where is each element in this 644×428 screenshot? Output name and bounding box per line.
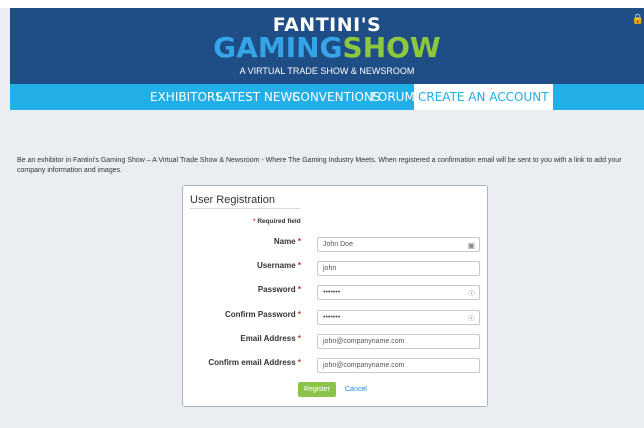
nav-item-latest-news[interactable]: LATEST NEWS	[216, 84, 300, 110]
password-label: Password *	[258, 285, 301, 294]
browser-top-strip	[0, 0, 644, 8]
confirm-email-label-text: Confirm email Address	[208, 358, 296, 367]
required-note-text: Required field	[257, 218, 301, 225]
main-nav: EXHIBITORS LATEST NEWS CONVENTIONS FORUM…	[10, 84, 644, 110]
logo-gaming: GAMING	[213, 31, 343, 64]
password-value: •••••••	[323, 289, 341, 296]
required-note: * Required field	[253, 218, 301, 225]
required-star: *	[297, 237, 301, 246]
email-label-text: Email Address	[240, 334, 296, 343]
logo-show: SHOW	[342, 31, 441, 64]
logo-line2: GAMINGSHOW	[10, 32, 644, 64]
required-star: *	[297, 334, 301, 343]
panel-title: User Registration	[190, 194, 275, 206]
required-star: *	[297, 310, 301, 319]
email-field[interactable]: john@companyname.com	[317, 334, 480, 349]
site-header: FANTINI'S GAMINGSHOW A VIRTUAL TRADE SHO…	[10, 8, 644, 84]
confirm-password-label: Confirm Password *	[225, 310, 301, 319]
registration-panel: User Registration * Required field Name …	[182, 185, 488, 407]
confirm-password-value: •••••••	[323, 314, 341, 321]
email-value: john@companyname.com	[323, 338, 405, 345]
nav-item-exhibitors[interactable]: EXHIBITORS	[150, 84, 223, 110]
username-value: john	[323, 265, 337, 272]
confirm-email-field[interactable]: john@companyname.com	[317, 358, 480, 373]
name-field[interactable]: John Doe ▣	[317, 237, 480, 252]
required-star: *	[297, 261, 301, 270]
logo-tagline: A VIRTUAL TRADE SHOW & NEWSROOM	[239, 66, 415, 76]
nav-item-forum[interactable]: FORUM	[371, 84, 415, 110]
key-icon: ☉	[467, 289, 475, 298]
name-label: Name *	[274, 237, 301, 246]
register-button[interactable]: Register	[298, 382, 336, 397]
name-label-text: Name	[273, 237, 296, 246]
intro-text: Be an exhibitor in Fantini's Gaming Show…	[17, 157, 622, 174]
required-star: *	[297, 285, 301, 294]
username-label-text: Username	[256, 261, 296, 270]
key-icon: ☉	[467, 314, 475, 323]
username-label: Username *	[257, 261, 301, 270]
contact-card-icon: ▣	[467, 241, 475, 250]
confirm-email-label: Confirm email Address *	[208, 358, 301, 367]
email-label: Email Address *	[240, 334, 301, 343]
cancel-link[interactable]: Cancel	[345, 382, 367, 397]
confirm-password-label-text: Confirm Password	[224, 310, 296, 319]
password-field[interactable]: ••••••• ☉	[317, 285, 480, 300]
required-star: *	[253, 218, 256, 225]
lock-icon[interactable]: 🔒	[632, 14, 644, 25]
confirm-email-value: john@companyname.com	[323, 362, 405, 369]
title-divider	[190, 208, 300, 209]
confirm-password-field[interactable]: ••••••• ☉	[317, 310, 480, 325]
password-label-text: Password	[257, 285, 296, 294]
nav-item-conventions[interactable]: CONVENTIONS	[292, 84, 380, 110]
required-star: *	[297, 358, 301, 367]
nav-item-create-account[interactable]: CREATE AN ACCOUNT	[414, 84, 553, 110]
name-value: John Doe	[323, 241, 353, 248]
username-field[interactable]: john	[317, 261, 480, 276]
